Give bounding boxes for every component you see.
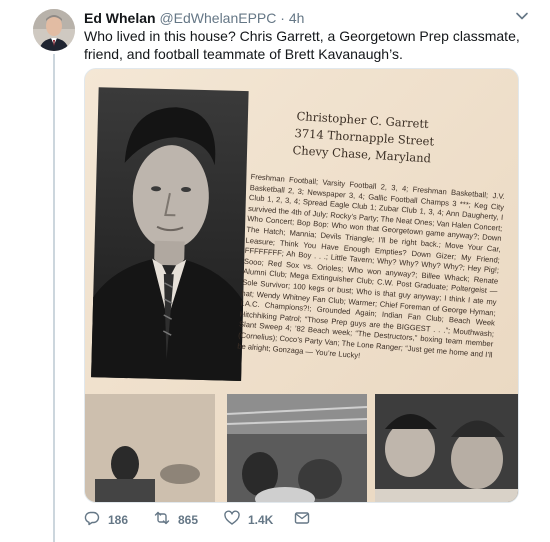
reply-count: 186 (108, 513, 129, 527)
thread-line (53, 54, 55, 542)
tweet-text: Who lived in this house? Chris Garrett, … (84, 28, 520, 62)
like-count: 1.4K (248, 513, 274, 527)
heart-icon (224, 510, 240, 531)
envelope-icon (294, 510, 310, 531)
action-bar: 186 865 1.4K (84, 510, 524, 530)
direct-message-button[interactable] (294, 510, 310, 530)
author-name[interactable]: Ed Whelan (84, 10, 156, 26)
yearbook-page-photo: Christopher C. Garrett 3714 Thornapple S… (85, 69, 518, 502)
tweet-media[interactable]: Christopher C. Garrett 3714 Thornapple S… (84, 68, 519, 503)
retweet-count: 865 (178, 513, 199, 527)
author-handle[interactable]: @EdWhelanEPPC (159, 10, 276, 26)
avatar[interactable] (33, 9, 75, 51)
separator-dot: · (280, 10, 285, 26)
reply-icon (84, 510, 100, 531)
like-button[interactable]: 1.4K (224, 510, 273, 530)
retweet-button[interactable]: 865 (154, 510, 198, 530)
chevron-down-icon[interactable] (514, 8, 530, 24)
profile-photo (33, 9, 75, 51)
tweet-card[interactable]: Ed Whelan @EdWhelanEPPC · 4h Who lived i… (0, 0, 550, 542)
tweet-header: Ed Whelan @EdWhelanEPPC · 4h (84, 9, 304, 27)
retweet-icon (154, 510, 170, 531)
timestamp[interactable]: 4h (289, 10, 305, 26)
reply-button[interactable]: 186 (84, 510, 128, 530)
yearbook-bio: Freshman Football; Varsity Football 2, 3… (236, 172, 506, 360)
